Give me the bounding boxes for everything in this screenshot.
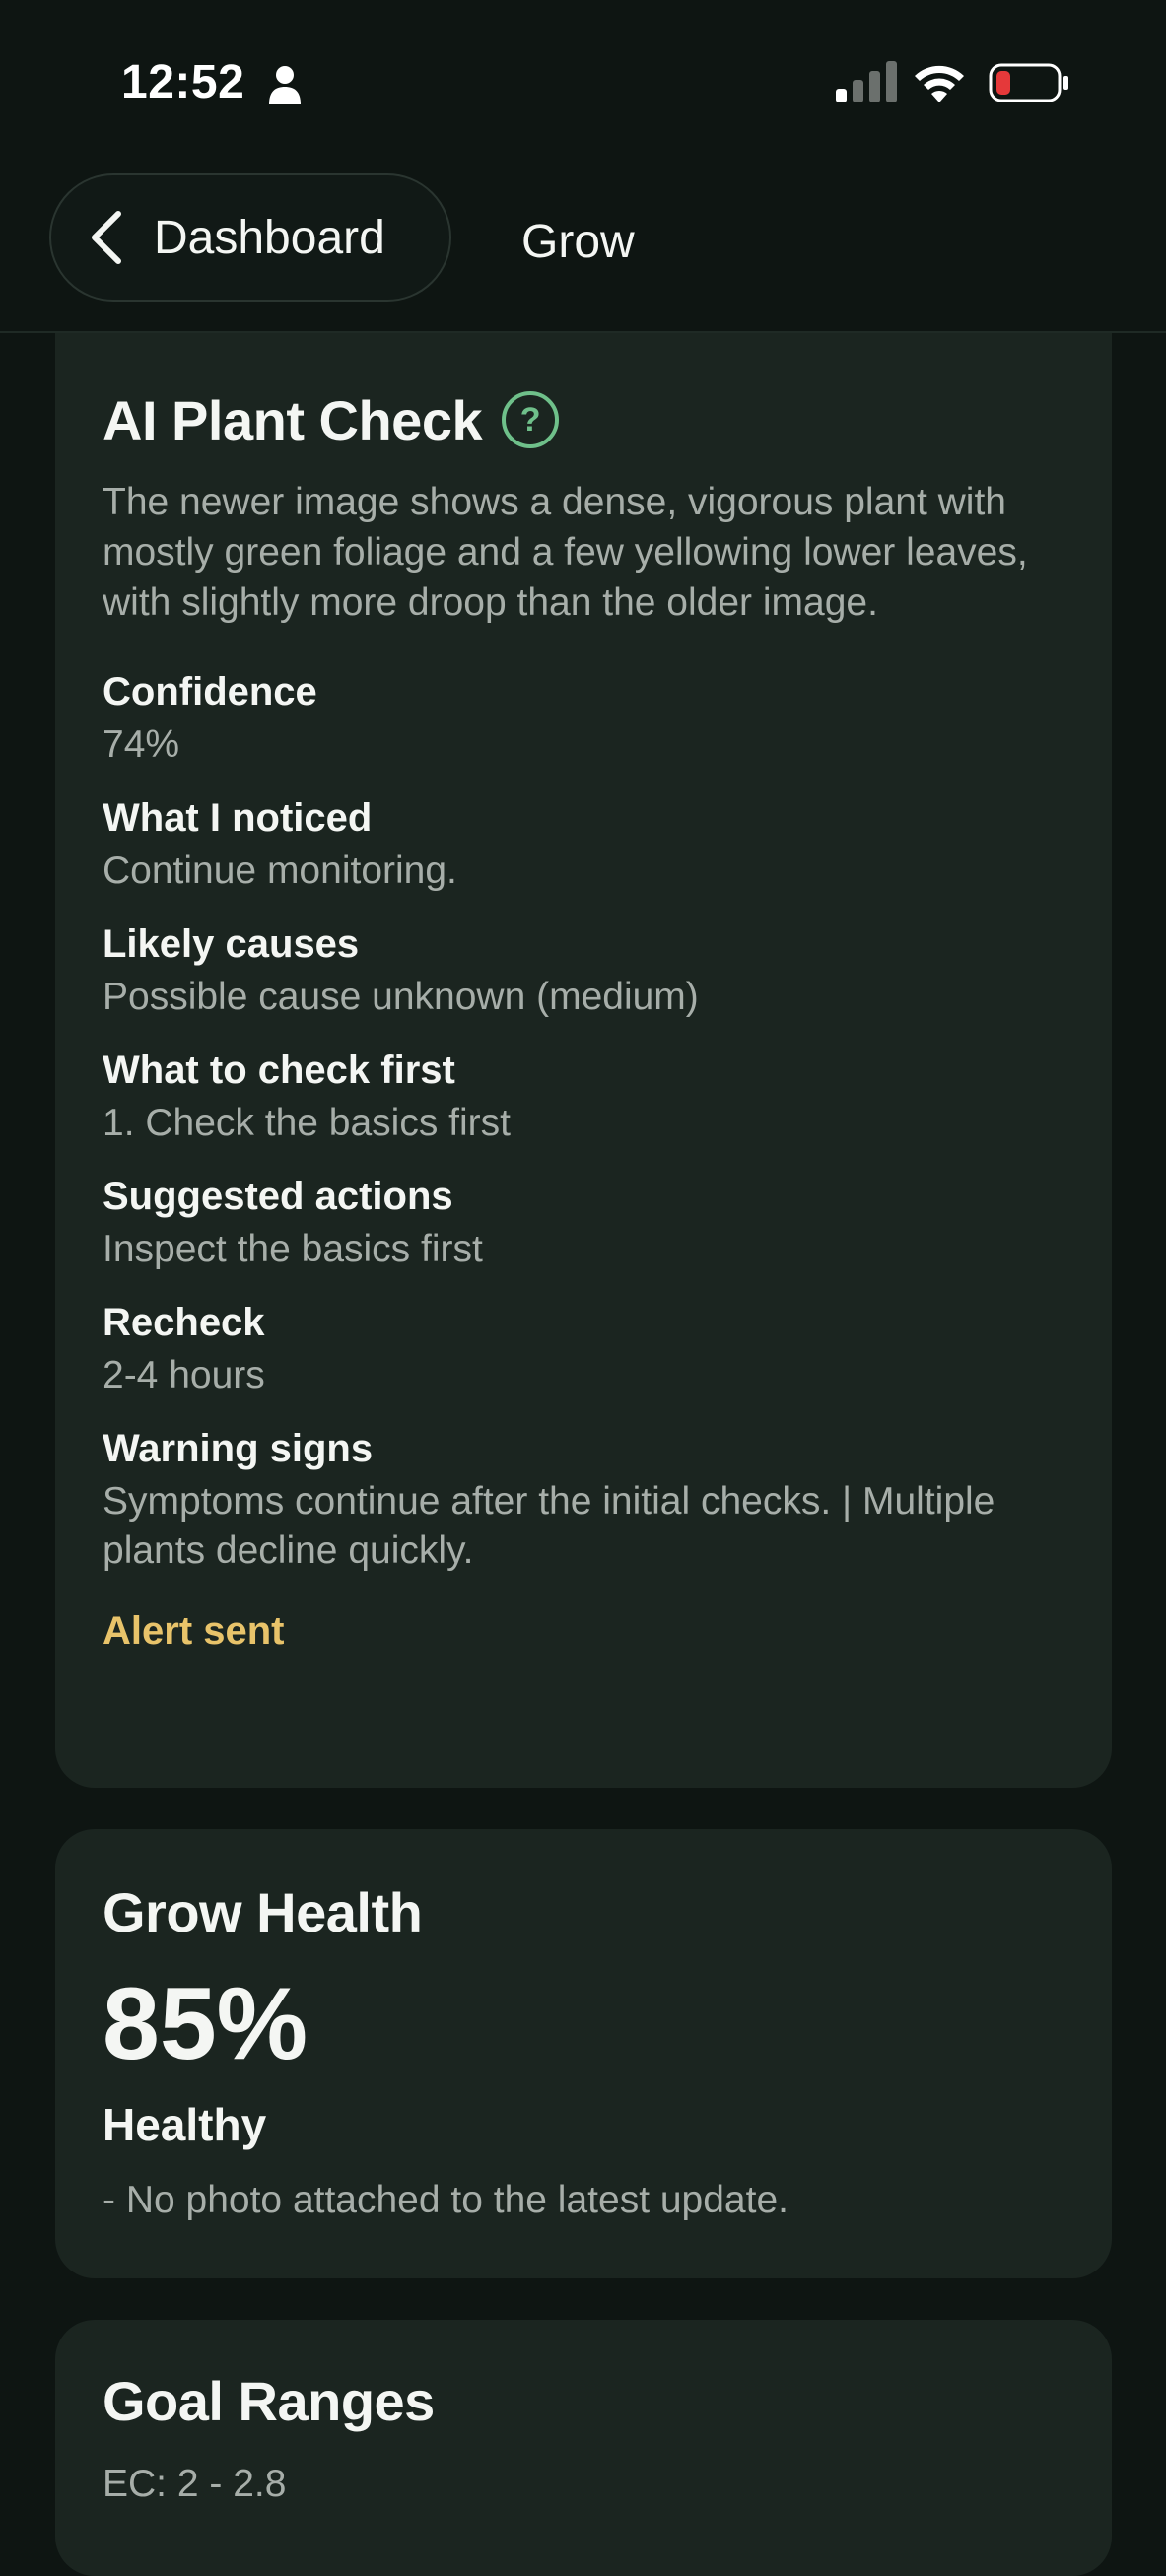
status-bar: 12:52 [0,0,1166,168]
section-value: Inspect the basics first [103,1228,483,1270]
status-time: 12:52 [121,56,245,108]
back-button[interactable]: Dashboard [49,173,451,302]
signal-icon [836,61,897,102]
section-value: Symptoms continue after the initial chec… [103,1480,995,1572]
section-label: Likely causes [103,922,360,966]
health-note: - No photo attached to the latest update… [103,2179,789,2221]
section-suggested-actions: Suggested actions Inspect the basics fir… [103,1172,1064,1274]
section-confidence: Confidence 74% [103,667,1064,770]
grow-health-title: Grow Health [103,1881,423,1943]
grow-health-card: Grow Health 85% Healthy - No photo attac… [55,1829,1112,2278]
section-label: Warning signs [103,1427,374,1470]
section-value: Possible cause unknown (medium) [103,976,699,1018]
section-likely-causes: Likely causes Possible cause unknown (me… [103,919,1064,1022]
card-title-row: AI Plant Check ? [103,382,1064,457]
section-label: Confidence [103,670,317,713]
health-status: Healthy [103,2099,267,2150]
section-label: What I noticed [103,796,373,840]
section-what-to-check-first: What to check first 1. Check the basics … [103,1046,1064,1148]
ai-plant-check-title: AI Plant Check [103,388,483,451]
back-label: Dashboard [154,211,385,264]
plant-check-summary: The newer image shows a dense, vigorous … [103,481,1028,624]
section-warning-signs: Warning signs Symptoms continue after th… [103,1424,1064,1576]
section-value: 2-4 hours [103,1354,265,1396]
section-value: 74% [103,723,180,766]
person-icon [269,66,301,104]
page-title: Grow [521,216,635,268]
section-value: 1. Check the basics first [103,1102,511,1144]
wifi-icon [915,65,964,102]
section-label: Recheck [103,1301,265,1344]
goal-ec-range: EC: 2 - 2.8 [103,2463,287,2505]
section-label: Suggested actions [103,1175,453,1218]
section-label: What to check first [103,1049,455,1092]
goal-ranges-card: Goal Ranges EC: 2 - 2.8 [55,2320,1112,2576]
section-recheck: Recheck 2-4 hours [103,1298,1064,1400]
ai-plant-check-card: AI Plant Check ? The newer image shows a… [55,333,1112,1788]
health-percent: 85% [103,1967,309,2081]
section-value: Continue monitoring. [103,849,457,892]
goal-ranges-title: Goal Ranges [103,2370,435,2432]
alert-sent-status: Alert sent [103,1609,285,1653]
help-icon[interactable]: ? [502,391,560,448]
battery-icon [989,63,1068,102]
chevron-left-icon [92,211,121,264]
section-what-i-noticed: What I noticed Continue monitoring. [103,793,1064,896]
nav-header: Dashboard Grow [0,168,1166,333]
